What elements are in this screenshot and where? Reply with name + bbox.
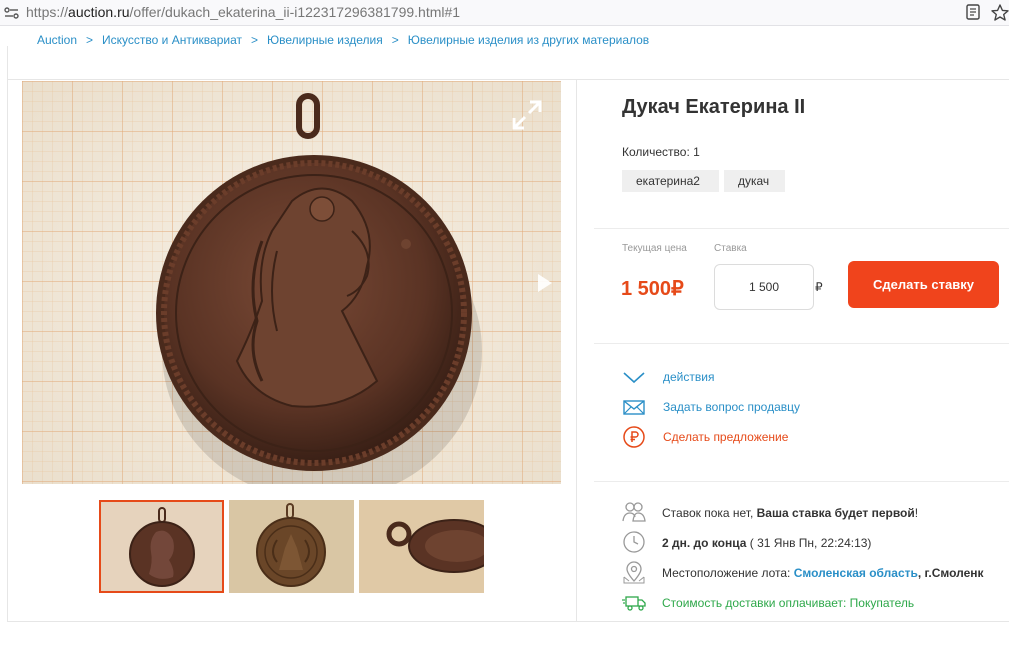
quantity-label: Количество: 1 — [622, 145, 700, 159]
thumbnail-1[interactable] — [99, 500, 224, 593]
time-remaining-bold: 2 дн. до конца — [662, 536, 747, 550]
envelope-icon — [623, 400, 645, 415]
delivery-truck-icon — [622, 596, 646, 611]
browser-address-bar: https://auction.ru/offer/dukach_ekaterin… — [0, 0, 1009, 26]
thumbnail-image — [359, 500, 484, 593]
clock-icon — [623, 531, 645, 553]
column-divider — [576, 80, 577, 621]
thumbnail-image — [229, 500, 354, 593]
url-domain: auction.ru — [68, 4, 130, 20]
location-pin-icon — [623, 561, 645, 584]
breadcrumb-item[interactable]: Auction — [37, 33, 77, 47]
location-label: Местоположение лота: — [662, 566, 794, 580]
time-remaining: 2 дн. до конца ( 31 Янв Пн, 22:24:13) — [662, 536, 871, 550]
tag-chip[interactable]: дукач — [724, 170, 785, 192]
breadcrumb-item[interactable]: Ювелирные изделия — [267, 33, 383, 47]
chevron-down-icon — [623, 372, 645, 384]
thumbnail-2[interactable] — [229, 500, 354, 593]
divider — [594, 343, 1009, 344]
location-city: , г.Смоленк — [917, 566, 984, 580]
coin-obverse-photo — [22, 81, 561, 484]
bids-status-bold: Ваша ставка будет первой — [756, 506, 915, 520]
bid-label: Ставка — [714, 243, 747, 254]
reader-view-icon[interactable] — [964, 3, 982, 21]
current-price-label: Текущая цена — [622, 243, 687, 254]
make-offer-link[interactable]: Сделать предложение — [663, 430, 788, 444]
site-settings-icon[interactable] — [3, 4, 21, 22]
lot-title: Дукач Екатерина II — [622, 96, 806, 118]
bid-amount-input[interactable] — [714, 264, 814, 310]
divider — [7, 621, 1009, 622]
ask-seller-link[interactable]: Задать вопрос продавцу — [663, 400, 800, 414]
place-bid-button[interactable]: Сделать ставку — [848, 261, 999, 308]
breadcrumb: Auction > Искусство и Антиквариат > Ювелирны… — [37, 33, 649, 47]
divider — [7, 79, 1009, 80]
bookmark-star-icon[interactable] — [990, 3, 1009, 23]
tag-chip[interactable]: екатерина2 — [622, 170, 719, 192]
divider — [594, 481, 1009, 482]
divider — [7, 46, 8, 622]
thumbnail-image — [101, 502, 222, 591]
breadcrumb-separator: > — [250, 33, 258, 47]
actions-link[interactable]: действия — [663, 370, 714, 384]
bids-status: Ставок пока нет, Ваша ставка будет перво… — [662, 506, 918, 520]
breadcrumb-separator: > — [391, 33, 399, 47]
lot-location: Местоположение лота: Смоленская область,… — [662, 566, 984, 580]
currency-sign: ₽ — [815, 280, 823, 294]
breadcrumb-separator: > — [86, 33, 94, 47]
bids-status-suffix: ! — [914, 506, 919, 520]
breadcrumb-item[interactable]: Ювелирные изделия из других материалов — [408, 33, 649, 47]
ruble-circle-icon — [623, 426, 645, 448]
thumbnail-3[interactable] — [359, 500, 484, 593]
next-image-arrow-icon[interactable] — [536, 272, 554, 294]
fullscreen-expand-icon[interactable] — [510, 98, 544, 132]
bids-status-text: Ставок пока нет, — [662, 506, 757, 520]
url-path: /offer/dukach_ekaterina_ii-i122317296381… — [129, 4, 461, 20]
location-region-link[interactable]: Смоленская область — [794, 566, 918, 580]
bidders-icon — [622, 502, 646, 522]
main-product-image[interactable] — [22, 81, 561, 484]
divider — [594, 228, 1009, 229]
url-scheme: https:// — [26, 4, 69, 20]
delivery-info: Стоимость доставки оплачивает: Покупател… — [662, 596, 915, 610]
address-url[interactable]: https://auction.ru/offer/dukach_ekaterin… — [26, 4, 460, 20]
breadcrumb-item[interactable]: Искусство и Антиквариат — [102, 33, 242, 47]
end-datetime: ( 31 Янв Пн, 22:24:13) — [746, 536, 872, 550]
current-price: 1 500₽ — [621, 278, 684, 300]
